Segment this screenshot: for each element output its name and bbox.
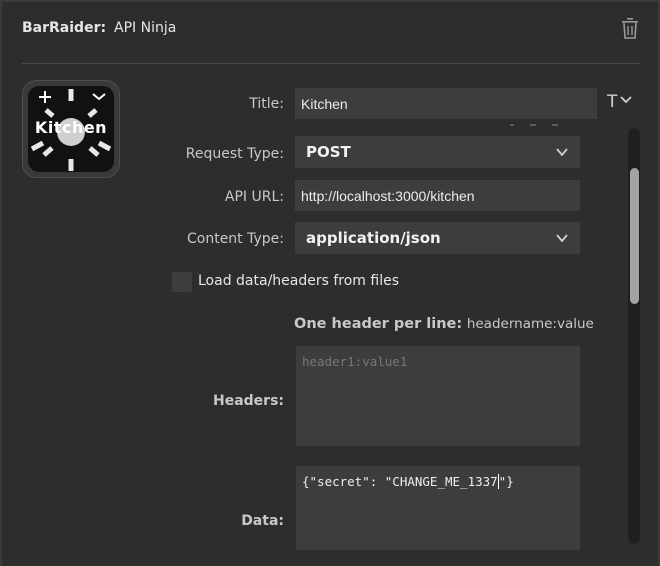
window-frame-left (0, 0, 2, 566)
api-url-input[interactable] (295, 180, 580, 211)
load-from-files-checkbox[interactable] (172, 272, 192, 292)
data-value-start: {"secret": "CHANGE_ME_1337 (302, 474, 498, 489)
property-inspector-header: BarRaider: API Ninja (0, 0, 660, 62)
headers-label: Headers: (212, 393, 284, 409)
text-format-icon[interactable]: T (607, 92, 633, 112)
title-label: Title: (249, 96, 284, 112)
key-title-text: Kitchen (34, 118, 108, 137)
headers-placeholder: header1:value1 (302, 354, 408, 369)
scrollbar-thumb[interactable] (630, 168, 639, 304)
request-type-select[interactable]: POST (295, 136, 580, 168)
request-type-value: POST (306, 143, 351, 161)
headers-hint-bold: One header per line: (294, 316, 463, 332)
data-textarea[interactable]: {"secret": "CHANGE_ME_1337"} (296, 466, 580, 550)
trash-icon[interactable] (619, 16, 641, 40)
data-label: Data: (241, 513, 284, 529)
key-image: Kitchen (28, 86, 114, 172)
api-url-label: API URL: (224, 189, 284, 205)
title-overlay-marks (510, 124, 558, 126)
data-value-end: "} (498, 474, 514, 489)
request-type-label: Request Type: (185, 146, 284, 162)
headers-hint-format: headername:value (466, 316, 594, 332)
plugin-author: BarRaider: (22, 20, 107, 36)
headers-hint: One header per line: headername:value (294, 316, 594, 332)
content-type-value: application/json (306, 229, 441, 247)
headers-textarea[interactable]: header1:value1 (296, 346, 580, 446)
load-from-files-label[interactable]: Load data/headers from files (198, 273, 399, 289)
title-input[interactable] (295, 88, 597, 119)
content-type-select[interactable]: application/json (295, 222, 580, 254)
content-type-label: Content Type: (186, 231, 284, 247)
chevron-down-icon (556, 234, 568, 243)
key-preview: Kitchen (22, 80, 120, 178)
header-divider (22, 63, 640, 64)
plugin-name: API Ninja (114, 20, 177, 36)
chevron-down-icon (556, 148, 568, 157)
